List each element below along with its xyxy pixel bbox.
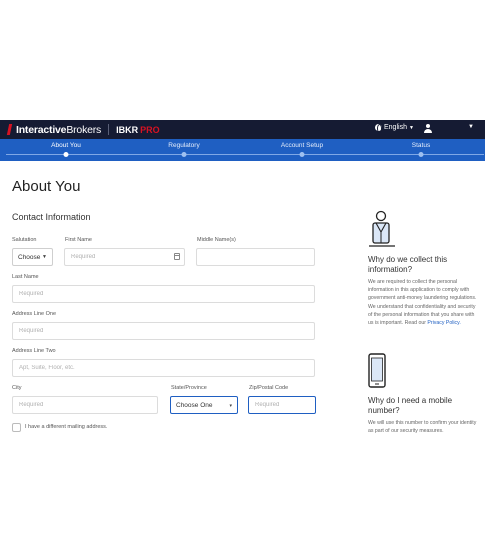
zip-label: Zip/Postal Code bbox=[249, 385, 289, 391]
address-line-one-input[interactable] bbox=[12, 322, 315, 340]
why-collect-text: We are required to collect the personal … bbox=[368, 278, 478, 327]
state-value: Choose One bbox=[176, 401, 213, 409]
address-line-two-label: Address Line Two bbox=[12, 348, 56, 354]
ib-logo-mark-icon bbox=[6, 124, 14, 135]
mobile-phone-icon bbox=[368, 353, 386, 388]
city-label: City bbox=[12, 385, 22, 391]
logo-text-brokers: Brokers bbox=[66, 123, 102, 136]
calendar-icon[interactable] bbox=[174, 253, 180, 260]
step-dot-account-setup bbox=[299, 152, 305, 157]
user-menu-chevron-down-icon[interactable]: ▼ bbox=[468, 124, 474, 130]
step-dot-regulatory bbox=[181, 152, 187, 157]
why-collect-body: We are required to collect the personal … bbox=[368, 279, 477, 327]
why-collect-title: Why do we collect this information? bbox=[368, 255, 448, 274]
first-name-label: First Name bbox=[65, 237, 92, 243]
step-account-setup[interactable]: Account Setup bbox=[281, 142, 323, 149]
step-about-you[interactable]: About You bbox=[51, 142, 81, 149]
person-id-icon bbox=[369, 210, 395, 247]
chevron-down-icon: ▾ bbox=[229, 403, 232, 409]
zip-input[interactable] bbox=[248, 396, 316, 414]
city-input[interactable] bbox=[12, 396, 158, 414]
middle-name-input[interactable] bbox=[196, 248, 315, 266]
why-mobile-title: Why do I need a mobile number? bbox=[368, 396, 453, 415]
language-selector[interactable]: English ▼ bbox=[375, 124, 414, 133]
step-dot-about-you bbox=[63, 152, 69, 157]
step-dot-status bbox=[418, 152, 424, 157]
different-mailing-address-checkbox[interactable] bbox=[12, 423, 21, 432]
logo-text-ibkr: IBKR bbox=[116, 124, 139, 135]
salutation-label: Salutation bbox=[12, 237, 37, 243]
privacy-policy-link[interactable]: Privacy Policy. bbox=[427, 320, 460, 326]
last-name-label: Last Name bbox=[12, 274, 39, 280]
middle-name-label: Middle Name(s) bbox=[197, 237, 236, 243]
state-select[interactable]: Choose One ▾ bbox=[170, 396, 238, 414]
logo-divider bbox=[108, 124, 110, 135]
last-name-input[interactable] bbox=[12, 285, 315, 303]
globe-icon bbox=[375, 124, 382, 133]
top-navigation-bar: Interactive Brokers IBKR PRO English ▼ ▼ bbox=[0, 120, 485, 139]
language-label: English bbox=[384, 124, 407, 131]
chevron-down-icon: ▼ bbox=[42, 254, 47, 260]
progress-steps-bar: About You Regulatory Account Setup Statu… bbox=[0, 139, 485, 161]
section-title: Contact Information bbox=[12, 212, 91, 222]
why-mobile-text: We will use this number to confirm your … bbox=[368, 420, 477, 435]
first-name-input[interactable] bbox=[64, 248, 185, 266]
address-line-two-input[interactable] bbox=[12, 359, 315, 377]
step-status[interactable]: Status bbox=[412, 142, 430, 149]
page-title: About You bbox=[12, 178, 81, 195]
chevron-down-icon: ▼ bbox=[408, 124, 414, 131]
interactive-brokers-logo[interactable]: Interactive Brokers IBKR PRO bbox=[6, 123, 160, 136]
logo-text-interactive: Interactive bbox=[16, 123, 67, 136]
logo-text-pro: PRO bbox=[140, 124, 160, 135]
address-line-one-label: Address Line One bbox=[12, 311, 57, 317]
salutation-value: Choose bbox=[18, 253, 41, 261]
different-mailing-address-label: I have a different mailing address. bbox=[25, 424, 108, 430]
state-label: State/Province bbox=[171, 385, 207, 391]
user-icon[interactable] bbox=[424, 124, 432, 133]
salutation-select[interactable]: Choose ▼ bbox=[12, 248, 53, 266]
step-regulatory[interactable]: Regulatory bbox=[168, 142, 199, 149]
progress-line bbox=[6, 154, 484, 155]
